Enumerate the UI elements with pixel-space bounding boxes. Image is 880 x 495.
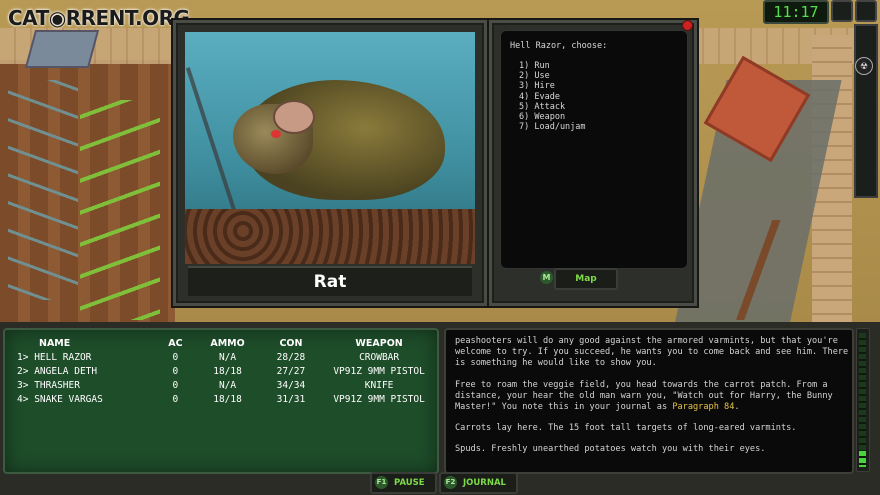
log-paragraph: Free to roam the veggie field, you head … — [455, 379, 833, 413]
party-roster-panel: NAME AC AMMO CON WEAPON 1> HELL RAZOR 0 … — [3, 328, 439, 474]
option-hire[interactable]: 3) Hire — [519, 81, 586, 91]
game-clock: 11:17 — [763, 0, 829, 24]
watermark-logo: CAT◉RRENT.ORG — [8, 6, 190, 30]
radiation-icon[interactable]: ☢ — [855, 57, 873, 75]
shed — [24, 30, 100, 68]
member-ammo: 18/18 — [213, 366, 242, 377]
carrot-plants — [80, 100, 160, 320]
member-name: 1> HELL RAZOR — [17, 352, 92, 363]
member-con: 34/34 — [276, 380, 306, 391]
member-ac: 0 — [172, 352, 179, 363]
right-toolbar — [854, 24, 878, 198]
member-weapon: CROWBAR — [359, 352, 400, 363]
member-con: 27/27 — [276, 366, 306, 377]
creature-portrait — [185, 32, 475, 264]
creature-portrait-frame: Rat — [173, 20, 487, 306]
party-member-row[interactable]: 3> THRASHER 0 N/A 34/34 KNIFE — [11, 379, 437, 393]
option-run[interactable]: 1) Run — [519, 61, 586, 71]
journal-hotkey: F2 — [444, 476, 457, 489]
message-log-text: peashooters will do any good against the… — [455, 336, 851, 466]
header-ac: AC — [168, 338, 183, 349]
member-ac: 0 — [172, 366, 179, 377]
menu-prompt: Hell Razor, choose: — [510, 41, 608, 51]
log-scrollbar[interactable] — [856, 328, 870, 472]
member-name: 2> ANGELA DETH — [17, 366, 98, 377]
map-button-label: Map — [575, 274, 597, 284]
scroll-indicator — [859, 333, 866, 467]
action-menu-screen: Hell Razor, choose: 1) Run 2) Use 3) Hir… — [500, 30, 688, 269]
action-menu-frame: Hell Razor, choose: 1) Run 2) Use 3) Hir… — [489, 20, 697, 306]
option-weapon[interactable]: 6) Weapon — [519, 112, 586, 122]
journal-link[interactable]: Paragraph 84 — [672, 402, 734, 412]
menu-button-icon[interactable] — [855, 0, 877, 22]
close-icon[interactable] — [682, 20, 693, 31]
log-paragraph: Carrots lay here. The 15 foot tall targe… — [455, 423, 797, 434]
member-ac: 0 — [172, 380, 179, 391]
option-load-unjam[interactable]: 7) Load/unjam — [519, 122, 586, 132]
creature-name-plate: Rat — [188, 266, 472, 296]
journal-label: JOURNAL — [463, 478, 506, 488]
journal-button[interactable]: F2 JOURNAL — [439, 472, 518, 494]
header-con: CON — [279, 338, 303, 349]
rat-eye — [271, 130, 281, 138]
member-ammo: N/A — [218, 352, 237, 363]
option-evade[interactable]: 4) Evade — [519, 92, 586, 102]
map-button[interactable]: M Map — [540, 268, 618, 290]
grid-button-icon[interactable] — [831, 0, 853, 22]
crop-rows-left — [8, 80, 78, 300]
party-table: NAME AC AMMO CON WEAPON 1> HELL RAZOR 0 … — [11, 338, 437, 407]
rocky-ground — [185, 209, 475, 264]
member-ammo: 18/18 — [213, 394, 242, 405]
member-con: 28/28 — [276, 352, 306, 363]
member-name: 4> SNAKE VARGAS — [17, 394, 103, 405]
pause-button[interactable]: F1 PAUSE — [370, 472, 437, 494]
member-ammo: N/A — [218, 380, 237, 391]
pause-hotkey: F1 — [375, 476, 388, 489]
party-member-row[interactable]: 2> ANGELA DETH 0 18/18 27/27 VP91Z 9MM P… — [11, 365, 437, 379]
member-ac: 0 — [172, 394, 179, 405]
header-name: NAME — [39, 338, 71, 349]
member-weapon: KNIFE — [364, 380, 394, 391]
log-paragraph: peashooters will do any good against the… — [455, 336, 849, 369]
log-paragraph: Spuds. Freshly unearthed potatoes watch … — [455, 444, 766, 455]
pause-label: PAUSE — [394, 478, 425, 488]
rat-ear — [273, 100, 315, 134]
party-header-row: NAME AC AMMO CON WEAPON — [11, 338, 437, 351]
action-list: 1) Run 2) Use 3) Hire 4) Evade 5) Attack… — [519, 61, 586, 132]
cannon-prop — [720, 220, 800, 320]
message-log[interactable]: peashooters will do any good against the… — [444, 328, 854, 474]
member-weapon: VP91Z 9MM PISTOL — [333, 366, 425, 377]
option-attack[interactable]: 5) Attack — [519, 102, 586, 112]
member-weapon: VP91Z 9MM PISTOL — [333, 394, 425, 405]
party-member-row[interactable]: 1> HELL RAZOR 0 N/A 28/28 CROWBAR — [11, 351, 437, 365]
header-ammo: AMMO — [210, 338, 245, 349]
party-member-row[interactable]: 4> SNAKE VARGAS 0 18/18 31/31 VP91Z 9MM … — [11, 393, 437, 407]
member-con: 31/31 — [276, 394, 306, 405]
creature-name: Rat — [313, 272, 347, 292]
option-use[interactable]: 2) Use — [519, 71, 586, 81]
header-weapon: WEAPON — [355, 338, 403, 349]
map-hotkey: M — [540, 271, 553, 284]
member-name: 3> THRASHER — [17, 380, 80, 391]
